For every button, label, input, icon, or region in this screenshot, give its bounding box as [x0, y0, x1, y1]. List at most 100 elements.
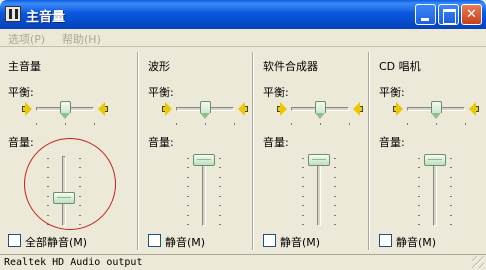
mute-checkbox[interactable] — [379, 234, 392, 247]
balance-slider-thumb[interactable] — [314, 101, 326, 119]
volume-slider-thumb[interactable] — [193, 154, 215, 166]
close-button[interactable] — [461, 4, 482, 25]
right-speaker-icon — [353, 102, 363, 116]
tick-mark — [65, 123, 66, 125]
tick-mark — [334, 224, 336, 225]
mute-checkbox[interactable] — [263, 234, 276, 247]
volume-label: 音量: — [379, 136, 405, 149]
status-bar: Realtek HD Audio output — [0, 254, 486, 270]
volume-control-app-icon[interactable] — [5, 6, 21, 22]
tick-mark — [219, 224, 221, 225]
tick-mark — [450, 158, 452, 159]
balance-slider-thumb[interactable] — [59, 101, 71, 119]
tick-mark — [219, 195, 221, 197]
highlight-circle — [24, 138, 116, 230]
tick-mark — [334, 214, 336, 216]
tick-mark — [418, 195, 420, 197]
mute-checkbox[interactable] — [8, 234, 21, 247]
channel-name: CD 唱机 — [379, 60, 421, 73]
tick-mark — [234, 123, 235, 125]
channel-name: 软件合成器 — [263, 60, 318, 73]
tick-mark — [450, 167, 452, 169]
tick-mark — [187, 176, 189, 178]
volume-label: 音量: — [148, 136, 174, 149]
window-title: 主音量 — [26, 10, 66, 25]
balance-slider-thumb[interactable] — [430, 101, 442, 119]
balance-label: 平衡: — [148, 86, 174, 99]
left-speaker-icon — [22, 102, 32, 116]
tick-mark — [418, 224, 420, 225]
channel-column: CD 唱机 平衡: 音量: 静音(M) — [371, 50, 486, 253]
tick-mark — [302, 224, 304, 225]
tick-mark — [302, 195, 304, 197]
tick-mark — [418, 205, 420, 207]
left-speaker-icon — [393, 102, 403, 116]
channel-name: 波形 — [148, 60, 170, 73]
mute-label: 静音(M) — [165, 236, 206, 249]
menu-help[interactable]: 帮助(H) — [62, 31, 101, 47]
tick-mark — [219, 167, 221, 169]
tick-mark — [334, 158, 336, 159]
tick-mark — [187, 205, 189, 207]
balance-slider-thumb[interactable] — [199, 101, 211, 119]
tick-mark — [450, 214, 452, 216]
tick-mark — [291, 123, 292, 125]
channel-column: 波形平衡: 音量: 静音(M) — [140, 50, 252, 253]
tick-mark — [94, 123, 95, 125]
tick-mark — [219, 158, 221, 159]
tick-mark — [418, 158, 420, 159]
menu-options[interactable]: 选项(P) — [8, 31, 45, 47]
tick-mark — [302, 158, 304, 159]
minimize-button[interactable] — [415, 4, 436, 25]
channel-divider — [252, 52, 254, 250]
tick-mark — [436, 123, 437, 125]
channel-name: 主音量 — [8, 60, 41, 73]
tick-mark — [320, 123, 321, 125]
tick-mark — [176, 123, 177, 125]
volume-slider-track[interactable] — [317, 156, 321, 226]
tick-mark — [334, 186, 336, 188]
balance-ticks — [407, 123, 466, 126]
tick-mark — [187, 195, 189, 197]
resize-grip-icon[interactable] — [472, 256, 484, 268]
mute-checkbox[interactable] — [148, 234, 161, 247]
tick-mark — [36, 123, 37, 125]
tick-mark — [407, 123, 408, 125]
left-speaker-icon — [162, 102, 172, 116]
tick-mark — [302, 167, 304, 169]
balance-label: 平衡: — [379, 86, 405, 99]
volume-slider-track[interactable] — [202, 156, 206, 226]
balance-ticks — [36, 123, 95, 126]
volume-label: 音量: — [8, 136, 34, 149]
balance-label: 平衡: — [263, 86, 289, 99]
tick-mark — [187, 214, 189, 216]
volume-label: 音量: — [263, 136, 289, 149]
tick-mark — [334, 195, 336, 197]
mute-label: 全部静音(M) — [25, 236, 88, 249]
tick-mark — [302, 176, 304, 178]
tick-mark — [450, 224, 452, 225]
channel-divider — [368, 52, 370, 250]
tick-mark — [187, 167, 189, 169]
tick-mark — [418, 214, 420, 216]
maximize-button[interactable] — [438, 4, 459, 25]
tick-mark — [450, 186, 452, 188]
tick-mark — [219, 176, 221, 178]
tick-mark — [219, 186, 221, 188]
balance-ticks — [291, 123, 350, 126]
volume-slider-track[interactable] — [433, 156, 437, 226]
volume-slider-thumb[interactable] — [424, 154, 446, 166]
tick-mark — [334, 167, 336, 169]
right-speaker-icon — [238, 102, 248, 116]
right-speaker-icon — [98, 102, 108, 116]
channel-divider — [137, 52, 139, 250]
title-bar[interactable]: 主音量 — [0, 0, 486, 29]
tick-mark — [205, 123, 206, 125]
tick-mark — [302, 205, 304, 207]
volume-slider-thumb[interactable] — [308, 154, 330, 166]
tick-mark — [302, 186, 304, 188]
balance-label: 平衡: — [8, 86, 34, 99]
tick-mark — [450, 176, 452, 178]
tick-mark — [418, 167, 420, 169]
right-speaker-icon — [469, 102, 479, 116]
